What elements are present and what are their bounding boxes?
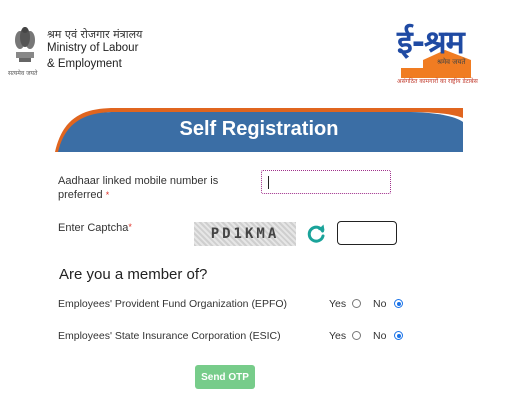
ministry-name-hindi: श्रम एवं रोजगार मंत्रालय	[47, 28, 143, 41]
required-mark: *	[128, 222, 132, 232]
send-otp-button[interactable]: Send OTP	[195, 365, 255, 389]
mobile-number-label: Aadhaar linked mobile number is preferre…	[58, 174, 258, 202]
emblem-motto: सत्यमेव जयते	[8, 70, 38, 77]
required-mark: *	[105, 190, 110, 200]
membership-heading: Are you a member of?	[59, 266, 208, 283]
esic-question: Employees' State Insurance Corporation (…	[58, 330, 281, 342]
logo-motto: श्रमेव जयते	[437, 58, 466, 66]
logo-text: ई-श्रम	[397, 23, 465, 61]
esic-no-label: No	[373, 330, 387, 342]
epfo-no-label: No	[373, 298, 387, 310]
text-cursor	[268, 176, 269, 189]
epfo-yes-radio[interactable]	[352, 299, 361, 308]
mobile-number-label-text: Aadhaar linked mobile number is preferre…	[58, 175, 219, 201]
page-title: Self Registration	[179, 118, 339, 140]
national-emblem-icon	[15, 27, 35, 62]
esic-no-radio[interactable]	[394, 331, 403, 340]
mobile-number-input[interactable]	[261, 170, 391, 194]
refresh-icon[interactable]	[305, 223, 327, 245]
captcha-image: PD1KMA	[194, 222, 296, 246]
epfo-yes-label: Yes	[329, 298, 347, 310]
captcha-label-text: Enter Captcha	[58, 222, 129, 234]
logo-subtitle: असंगठित कामगारों का राष्ट्रीय डेटाबेस	[397, 78, 478, 85]
captcha-input[interactable]	[337, 221, 397, 245]
esic-yes-label: Yes	[329, 330, 347, 342]
epfo-no-radio[interactable]	[394, 299, 403, 308]
ministry-name-line1: Ministry of Labour	[47, 42, 139, 54]
ministry-name-line2: & Employment	[47, 58, 122, 70]
esic-yes-radio[interactable]	[352, 331, 361, 340]
captcha-label: Enter Captcha*	[58, 222, 132, 234]
epfo-question: Employees' Provident Fund Organization (…	[58, 298, 288, 310]
